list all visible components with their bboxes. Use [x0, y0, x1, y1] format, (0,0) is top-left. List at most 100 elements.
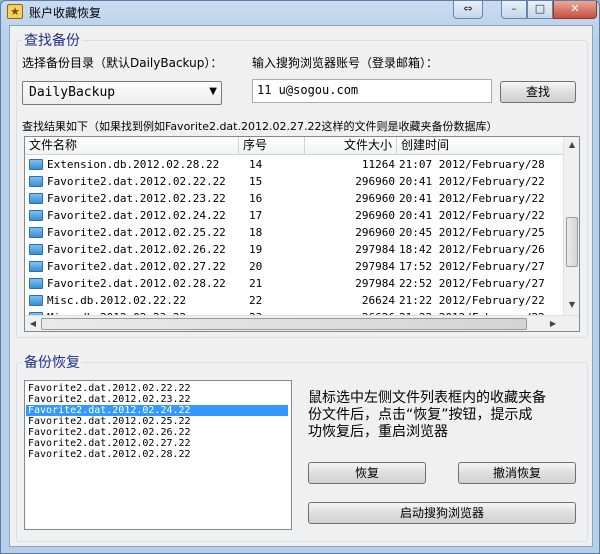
search-button[interactable]: 查找	[500, 81, 576, 103]
results-list-header: 文件名称 序号 文件大小 创建时间	[25, 137, 579, 155]
cell-time: 20:41 2012/February/22	[399, 175, 545, 188]
scroll-right-icon[interactable]: ▶	[545, 316, 561, 331]
cell-seq: 16	[249, 192, 263, 205]
launch-browser-button[interactable]: 启动搜狗浏览器	[308, 502, 576, 524]
cell-name: Misc.db.2012.02.22.22	[47, 294, 187, 307]
cell-seq: 22	[249, 294, 263, 307]
folder-icon	[29, 261, 43, 272]
close-button[interactable]: ✕	[553, 1, 597, 19]
table-row[interactable]: Extension.db.2012.02.28.22 14 11264 21:07 2…	[25, 156, 565, 173]
cell-seq: 20	[249, 260, 263, 273]
list-item[interactable]: Favorite2.dat.2012.02.24.22	[26, 405, 288, 416]
column-header-size[interactable]: 文件大小	[305, 137, 397, 155]
cell-time: 20:45 2012/February/25	[399, 226, 545, 239]
list-item[interactable]: Favorite2.dat.2012.02.23.22	[26, 394, 288, 405]
vertical-scroll-thumb[interactable]	[566, 217, 578, 267]
table-row[interactable]: Favorite2.dat.2012.02.26.22 19 297984 18:42…	[25, 241, 565, 258]
cell-name: Favorite2.dat.2012.02.28.22	[47, 277, 226, 290]
cell-time: 17:52 2012/February/27	[399, 260, 545, 273]
cell-name: Favorite2.dat.2012.02.26.22	[47, 243, 226, 256]
folder-icon	[29, 210, 43, 221]
table-row[interactable]: Favorite2.dat.2012.02.23.22 16 296960 20:41…	[25, 190, 565, 207]
cell-seq: 14	[249, 158, 263, 171]
cell-seq: 19	[249, 243, 263, 256]
scroll-left-icon[interactable]: ◀	[25, 316, 41, 331]
horizontal-scroll-thumb[interactable]	[41, 318, 527, 330]
column-header-seq[interactable]: 序号	[239, 137, 305, 155]
minimize-button[interactable]: –	[501, 1, 527, 19]
restore-arrows-icon[interactable]: ⇔	[453, 1, 483, 19]
cell-size: 11264	[361, 158, 395, 171]
maximize-button[interactable]: □	[527, 1, 553, 19]
cell-name: Favorite2.dat.2012.02.24.22	[47, 209, 226, 222]
restore-file-list[interactable]: Favorite2.dat.2012.02.22.22 Favorite2.dat…	[24, 380, 292, 530]
table-row[interactable]: Favorite2.dat.2012.02.22.22 15 296960 20:41…	[25, 173, 565, 190]
results-horizontal-scrollbar[interactable]: ◀ ▶	[25, 315, 579, 331]
cell-seq: 21	[249, 277, 263, 290]
folder-icon	[29, 295, 43, 306]
cell-time: 21:07 2012/February/28	[399, 158, 545, 171]
results-vertical-scrollbar[interactable]: ▲ ▼	[563, 137, 579, 315]
table-row[interactable]: Misc.db.2012.02.22.22 22 26624 21:22 2012/F…	[25, 292, 565, 309]
cell-time: 20:41 2012/February/22	[399, 209, 545, 222]
backup-dir-value: DailyBackup	[29, 85, 116, 100]
restore-hint-line: 功恢复后，重启浏览器	[308, 424, 448, 440]
cell-size: 296960	[355, 175, 395, 188]
cell-seq: 15	[249, 175, 263, 188]
folder-icon	[29, 227, 43, 238]
dropdown-arrow-icon: ▼	[209, 86, 217, 97]
restore-hint: 鼠标选中左侧文件列表框内的收藏夹备 份文件后，点击“恢复”按钮，提示成 功恢复后…	[308, 390, 546, 441]
app-window: ★ 账户收藏恢复 ⇔ – □ ✕ 查找备份 选择备份目录（默认DailyBack…	[0, 0, 600, 554]
account-input[interactable]: 11 u@sogou.com	[252, 79, 492, 103]
restore-button[interactable]: 恢复	[308, 462, 426, 484]
star-icon: ★	[7, 4, 23, 19]
table-row[interactable]: Favorite2.dat.2012.02.25.22 18 296960 20:45…	[25, 224, 565, 241]
cell-name: Favorite2.dat.2012.02.23.22	[47, 192, 226, 205]
table-row[interactable]: Favorite2.dat.2012.02.28.22 21 297984 22:52…	[25, 275, 565, 292]
backup-dir-label: 选择备份目录（默认DailyBackup）：	[22, 56, 223, 70]
list-item[interactable]: Favorite2.dat.2012.02.25.22	[26, 416, 288, 427]
scroll-down-icon[interactable]: ▼	[564, 297, 579, 313]
cell-seq: 18	[249, 226, 263, 239]
window-title: 账户收藏恢复	[29, 6, 102, 20]
cell-size: 297984	[355, 243, 395, 256]
scroll-up-icon[interactable]: ▲	[564, 137, 579, 153]
folder-icon	[29, 193, 43, 204]
cell-time: 20:41 2012/February/22	[399, 192, 545, 205]
results-list[interactable]: 文件名称 序号 文件大小 创建时间 Extension.db.2012.02.2…	[24, 136, 580, 332]
cell-size: 297984	[355, 277, 395, 290]
undo-restore-button[interactable]: 撤消恢复	[458, 462, 576, 484]
account-label: 输入搜狗浏览器账号（登录邮箱）：	[252, 56, 439, 70]
cell-size: 296960	[355, 192, 395, 205]
column-header-time[interactable]: 创建时间	[397, 137, 565, 155]
cell-size: 296960	[355, 209, 395, 222]
folder-icon	[29, 176, 43, 187]
cell-time: 18:42 2012/February/26	[399, 243, 545, 256]
list-item[interactable]: Favorite2.dat.2012.02.22.22	[26, 383, 288, 394]
cell-size: 26624	[361, 294, 395, 307]
list-item[interactable]: Favorite2.dat.2012.02.26.22	[26, 427, 288, 438]
results-label: 查找结果如下（如果找到例如Favorite2.dat.2012.02.27.22…	[22, 120, 498, 133]
cell-name: Favorite2.dat.2012.02.25.22	[47, 226, 226, 239]
folder-icon	[29, 244, 43, 255]
cell-name: Extension.db.2012.02.28.22	[47, 158, 220, 171]
list-item[interactable]: Favorite2.dat.2012.02.28.22	[26, 449, 288, 460]
account-input-value: 11 u@sogou.com	[257, 83, 359, 97]
table-row[interactable]: Favorite2.dat.2012.02.24.22 17 296960 20:41…	[25, 207, 565, 224]
folder-icon	[29, 159, 43, 170]
column-header-name[interactable]: 文件名称	[25, 137, 239, 155]
cell-name: Favorite2.dat.2012.02.22.22	[47, 175, 226, 188]
restore-hint-line: 鼠标选中左侧文件列表框内的收藏夹备	[308, 390, 546, 406]
backup-dir-select[interactable]: DailyBackup ▼	[22, 81, 222, 105]
cell-seq: 17	[249, 209, 263, 222]
find-backup-title: 查找备份	[22, 30, 82, 50]
restore-hint-line: 份文件后，点击“恢复”按钮，提示成	[308, 407, 533, 423]
list-item[interactable]: Favorite2.dat.2012.02.27.22	[26, 438, 288, 449]
title-bar: ★ 账户收藏恢复 ⇔ – □ ✕	[1, 1, 599, 23]
cell-time: 21:22 2012/February/22	[399, 294, 545, 307]
table-row[interactable]: Favorite2.dat.2012.02.27.22 20 297984 17:52…	[25, 258, 565, 275]
client-area: 查找备份 选择备份目录（默认DailyBackup）： 输入搜狗浏览器账号（登录…	[9, 25, 593, 547]
folder-icon	[29, 278, 43, 289]
cell-time: 22:52 2012/February/27	[399, 277, 545, 290]
cell-size: 296960	[355, 226, 395, 239]
